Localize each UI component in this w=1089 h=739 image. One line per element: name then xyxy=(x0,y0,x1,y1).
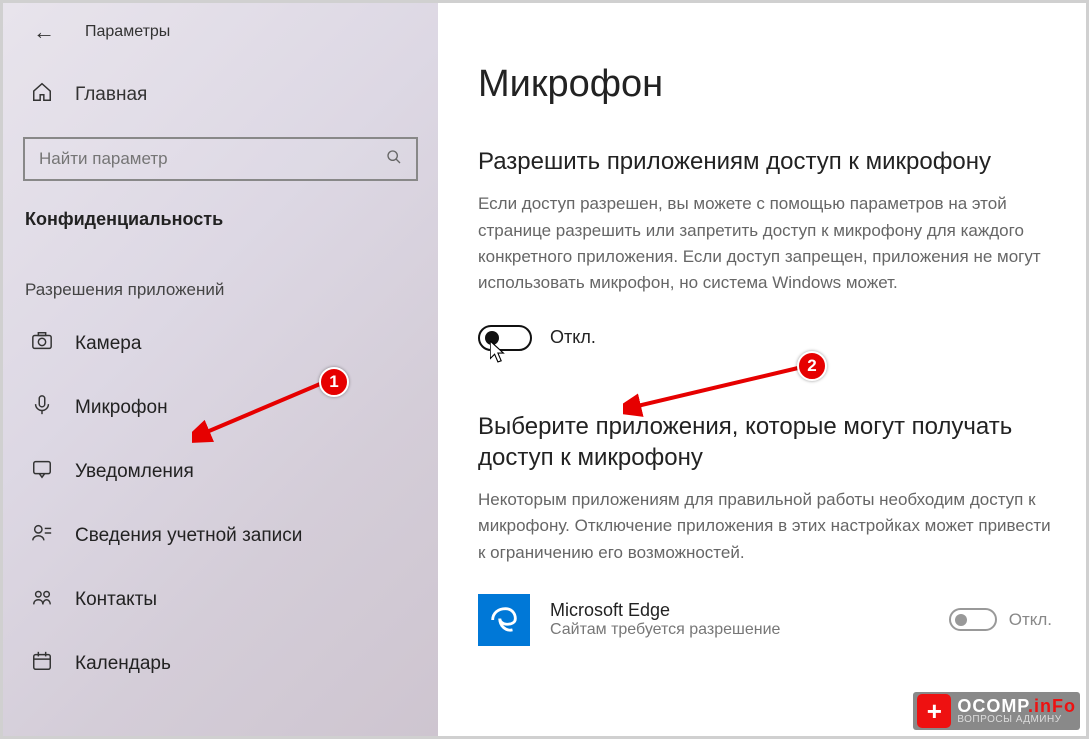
camera-icon xyxy=(31,330,53,358)
annotation-marker-1: 1 xyxy=(319,367,349,397)
sidebar-item-notifications[interactable]: Уведомления xyxy=(3,440,438,504)
sidebar-item-account[interactable]: Сведения учетной записи xyxy=(3,504,438,568)
sidebar-item-label: Уведомления xyxy=(75,461,194,483)
sidebar-item-label: Камера xyxy=(75,333,141,355)
microphone-access-toggle[interactable] xyxy=(478,325,532,351)
app-subtext: Сайтам требуется разрешение xyxy=(550,621,929,639)
watermark-sub: ВОПРОСЫ АДМИНУ xyxy=(957,715,1076,725)
choose-apps-description: Некоторым приложениям для правильной раб… xyxy=(478,487,1052,566)
app-toggle-state: Откл. xyxy=(1009,610,1052,630)
sidebar-item-calendar[interactable]: Календарь xyxy=(3,632,438,696)
sidebar-item-label: Сведения учетной записи xyxy=(75,525,302,547)
contacts-icon xyxy=(31,586,53,614)
app-title: Параметры xyxy=(85,23,170,41)
sidebar-item-label: Микрофон xyxy=(75,397,168,419)
watermark-main: OCOMP xyxy=(957,696,1028,716)
toggle-state-label: Откл. xyxy=(550,327,596,348)
home-icon xyxy=(31,81,53,109)
app-toggle-edge[interactable] xyxy=(949,608,997,631)
watermark: + OCOMP.inFo ВОПРОСЫ АДМИНУ xyxy=(913,692,1080,730)
sidebar: ← Параметры Главная Конфиденциальность Р… xyxy=(3,3,438,736)
category-label: Конфиденциальность xyxy=(3,199,438,238)
page-heading: Микрофон xyxy=(478,63,1052,106)
sidebar-item-label: Календарь xyxy=(75,653,171,675)
calendar-icon xyxy=(31,650,53,678)
section-label: Разрешения приложений xyxy=(3,238,438,306)
annotation-marker-2: 2 xyxy=(797,351,827,381)
toggle-knob xyxy=(955,614,967,626)
sidebar-item-contacts[interactable]: Контакты xyxy=(3,568,438,632)
search-icon xyxy=(386,149,402,170)
watermark-plus-icon: + xyxy=(917,694,951,728)
watermark-suffix: .inFo xyxy=(1028,696,1076,716)
sidebar-item-microphone[interactable]: Микрофон xyxy=(3,376,438,440)
cursor-icon xyxy=(490,341,508,368)
app-row-edge: Microsoft Edge Сайтам требуется разрешен… xyxy=(478,586,1052,646)
allow-apps-description: Если доступ разрешен, вы можете с помощь… xyxy=(478,191,1052,296)
allow-apps-heading: Разрешить приложениям доступ к микрофону xyxy=(478,146,1052,177)
back-button[interactable]: ← xyxy=(33,19,55,45)
search-input[interactable] xyxy=(39,149,386,169)
content-area: Микрофон Разрешить приложениям доступ к … xyxy=(438,3,1086,736)
home-nav[interactable]: Главная xyxy=(3,63,438,127)
toggle-knob xyxy=(485,331,499,345)
app-name: Microsoft Edge xyxy=(550,600,929,621)
notification-icon xyxy=(31,458,53,486)
account-icon xyxy=(31,522,53,550)
sidebar-item-camera[interactable]: Камера xyxy=(3,312,438,376)
home-label: Главная xyxy=(75,84,147,106)
sidebar-item-label: Контакты xyxy=(75,589,157,611)
edge-icon xyxy=(478,594,530,646)
search-box[interactable] xyxy=(23,137,418,181)
microphone-icon xyxy=(31,394,53,422)
choose-apps-heading: Выберите приложения, которые могут получ… xyxy=(478,411,1052,473)
